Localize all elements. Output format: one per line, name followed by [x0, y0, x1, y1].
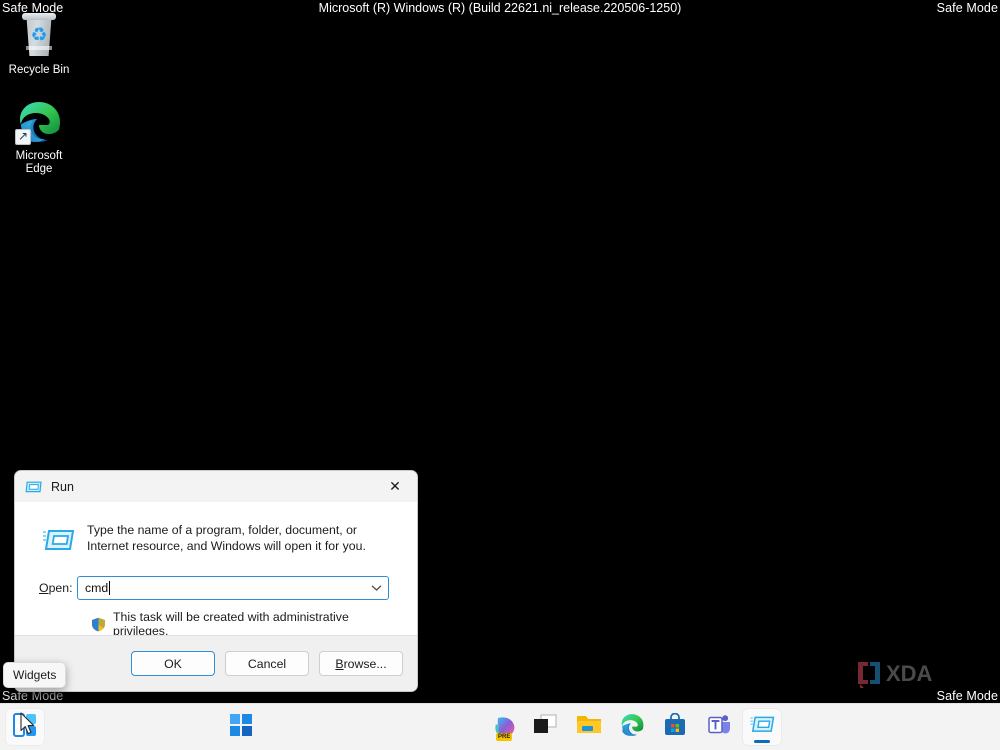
run-dialog-title: Run	[51, 480, 74, 494]
text-caret	[109, 581, 110, 595]
taskbar: Search PRE	[0, 703, 1000, 750]
desktop-icon-label-line2: Edge	[26, 163, 53, 175]
widgets-tooltip: Widgets	[3, 662, 66, 688]
run-description-text: Type the name of a program, folder, docu…	[87, 522, 399, 554]
file-explorer-icon	[576, 713, 602, 742]
run-dialog[interactable]: Run ✕ Type the name of a program, folder…	[14, 470, 418, 692]
taskbar-item-copilot[interactable]: PRE	[485, 708, 525, 746]
run-icon	[749, 712, 775, 743]
run-command-input[interactable]: cmd	[78, 581, 108, 595]
active-app-indicator	[754, 740, 770, 743]
widgets-tooltip-text: Widgets	[13, 668, 56, 682]
task-view-icon	[533, 714, 557, 741]
desktop-icon-recycle-bin[interactable]: ♻ Recycle Bin	[1, 12, 77, 77]
run-large-icon	[41, 524, 75, 558]
run-dialog-body: Type the name of a program, folder, docu…	[15, 502, 417, 657]
shortcut-overlay-icon: ↗	[15, 129, 31, 145]
run-open-row: Open: cmd	[29, 576, 403, 600]
browse-button[interactable]: Browse...	[319, 651, 403, 676]
close-icon[interactable]: ✕	[373, 471, 417, 502]
taskbar-item-task-view[interactable]	[525, 708, 565, 746]
taskbar-item-microsoft-teams[interactable]	[699, 708, 739, 746]
cancel-button[interactable]: Cancel	[225, 651, 309, 676]
run-description-row: Type the name of a program, folder, docu…	[29, 522, 403, 558]
browse-label-rest: rowse...	[344, 657, 387, 671]
run-window-icon	[25, 478, 43, 496]
microsoft-teams-icon	[707, 713, 731, 742]
microsoft-store-icon	[663, 713, 687, 742]
admin-privileges-text: This task will be created with administr…	[113, 610, 403, 638]
chevron-down-icon[interactable]	[364, 577, 388, 599]
desktop-icon-microsoft-edge[interactable]: ↗ Microsoft Edge	[1, 98, 77, 176]
open-label-rest: pen:	[49, 581, 73, 595]
taskbar-item-run[interactable]	[742, 708, 782, 746]
run-command-combobox[interactable]: cmd	[77, 576, 389, 600]
ok-button[interactable]: OK	[131, 651, 215, 676]
microsoft-edge-icon: ↗	[15, 98, 63, 146]
browse-label-mnemonic: B	[335, 657, 343, 671]
desktop-icon-label-line1: Microsoft	[16, 150, 63, 162]
taskbar-item-start[interactable]	[221, 708, 261, 746]
widgets-icon	[12, 712, 38, 743]
microsoft-edge-icon	[619, 712, 645, 743]
copilot-preview-badge: PRE	[496, 733, 512, 741]
taskbar-item-widgets[interactable]	[5, 708, 45, 746]
copilot-icon: PRE	[492, 714, 518, 740]
taskbar-item-file-explorer[interactable]	[569, 708, 609, 746]
open-label-mnemonic: O	[39, 581, 49, 595]
run-dialog-titlebar[interactable]: Run ✕	[15, 471, 417, 502]
desktop-screen: Safe Mode Safe Mode Safe Mode Safe Mode …	[0, 0, 1000, 750]
xda-watermark: XDA	[854, 658, 950, 693]
windows-start-icon	[230, 714, 252, 741]
admin-privileges-row: This task will be created with administr…	[29, 610, 403, 638]
open-field-label: Open:	[29, 581, 77, 595]
taskbar-item-microsoft-edge[interactable]	[612, 708, 652, 746]
recycle-bin-icon: ♻	[15, 12, 63, 60]
run-dialog-footer: OK Cancel Browse...	[15, 635, 417, 691]
desktop-icon-label: Recycle Bin	[9, 64, 70, 76]
windows-build-text: Microsoft (R) Windows (R) (Build 22621.n…	[0, 1, 1000, 15]
svg-text:XDA: XDA	[886, 661, 933, 686]
uac-shield-icon	[91, 617, 106, 632]
taskbar-item-microsoft-store[interactable]	[655, 708, 695, 746]
